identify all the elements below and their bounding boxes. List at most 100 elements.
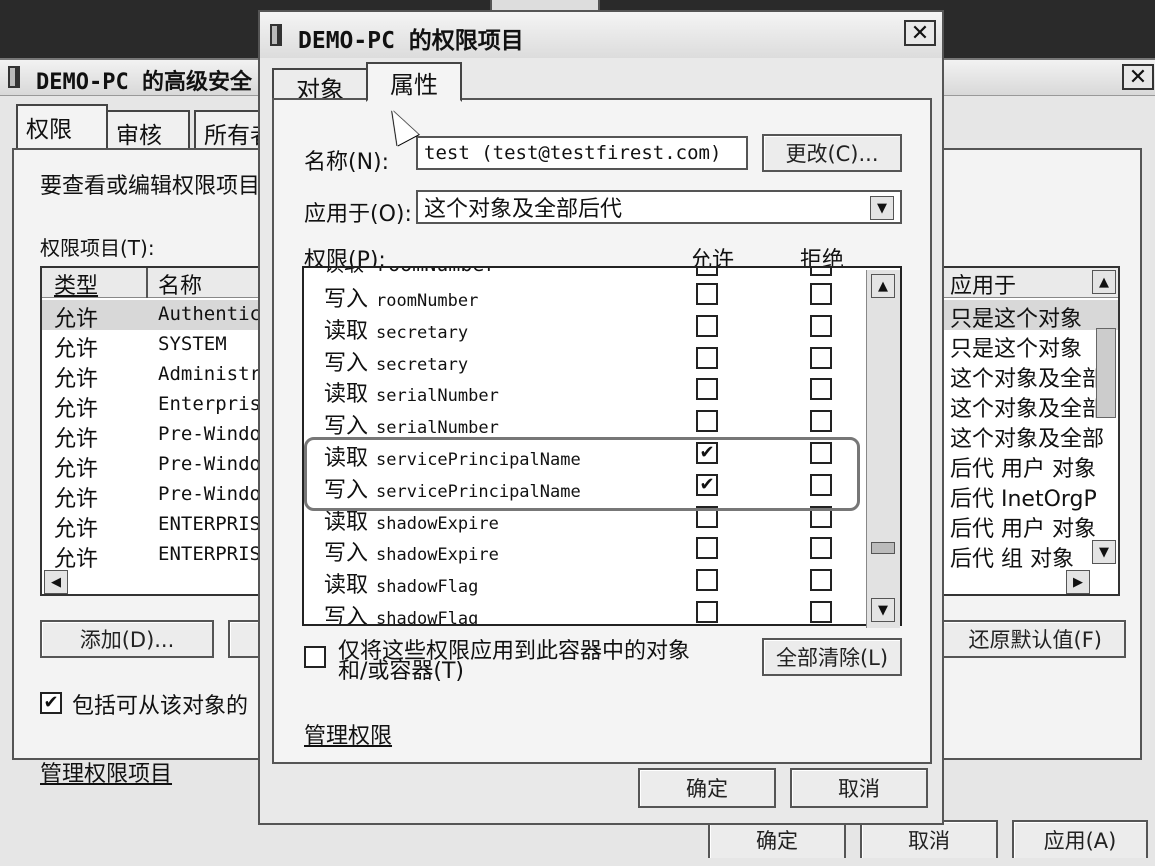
scroll-right-icon[interactable]: ▶ [1066,570,1090,594]
row-applies-to: 后代 组 对象 [950,547,1074,572]
row-type: 允许 [54,307,99,332]
partial-deny-checkbox[interactable] [810,268,832,276]
permission-attribute: roomNumber [376,291,479,311]
scroll-down-icon[interactable]: ▼ [871,598,895,622]
cancel-button[interactable]: 取消 [860,820,998,858]
permission-row[interactable]: 读取 servicePrincipalName ✔ [304,439,864,471]
allow-checkbox[interactable] [696,283,718,305]
permission-row[interactable]: 写入 servicePrincipalName ✔ [304,471,864,503]
deny-checkbox[interactable] [810,283,832,305]
permission-text: 读取 servicePrincipalName [324,440,581,472]
close-icon[interactable]: ✕ [1122,64,1154,90]
row-applies-to: 后代 用户 对象 [950,457,1096,482]
permission-row[interactable]: 读取 secretary [304,312,864,344]
partial-row-text: 读取 roomNumber [324,268,496,277]
apply-to-select[interactable]: 这个对象及全部后代 ▼ [416,190,902,224]
row-type: 允许 [54,367,99,392]
allow-checkbox[interactable] [696,569,718,592]
permissions-list[interactable]: 读取 roomNumber 写入 roomNumber 读取 secretary 写入 s… [302,266,902,626]
restore-defaults-button[interactable]: 还原默认值(F) [930,620,1126,658]
deny-checkbox[interactable] [810,601,832,623]
permissions-scrollbar[interactable]: ▲ ▼ [866,270,900,628]
dialog-cancel-button[interactable]: 取消 [790,768,928,808]
allow-checkbox[interactable] [696,346,718,369]
permission-action: 写入 [324,605,369,626]
apply-button[interactable]: 应用(A) [1012,820,1148,858]
apply-only-label: 仅将这些权限应用到此容器中的对象 和/或容器(T) [338,641,690,683]
vertical-scrollbar-thumb[interactable] [1096,328,1116,418]
column-type[interactable]: 类型 [54,268,98,300]
include-inheritable-checkbox[interactable]: ✔ [40,692,62,714]
scroll-left-icon[interactable]: ◀ [44,570,68,594]
allow-checkbox[interactable]: ✔ [696,442,718,464]
tab-properties[interactable]: 属性 [366,62,462,102]
permission-row[interactable]: 写入 secretary [304,344,864,376]
permission-action: 读取 [324,318,369,344]
permission-attribute: serialNumber [376,418,499,439]
column-name[interactable]: 名称 [158,268,202,300]
allow-checkbox[interactable] [696,410,718,433]
allow-checkbox[interactable] [696,378,718,401]
permission-row[interactable]: 读取 shadowExpire [304,503,864,535]
permission-row[interactable]: 写入 shadowFlag [304,598,864,626]
ok-button[interactable]: 确定 [708,820,846,858]
permission-text: 写入 servicePrincipalName [324,472,581,504]
deny-checkbox[interactable] [810,473,832,496]
permission-row[interactable]: 读取 serialNumber [304,375,864,407]
deny-checkbox[interactable] [810,505,832,528]
manage-permissions-link[interactable]: 管理权限 [304,718,392,750]
deny-checkbox[interactable] [810,537,832,560]
change-button[interactable]: 更改(C)... [762,134,902,172]
permission-row[interactable]: 写入 serialNumber [304,407,864,439]
dialog-ok-button[interactable]: 确定 [638,768,776,808]
permission-text: 写入 roomNumber [324,281,478,313]
row-applies-to: 只是这个对象 [950,337,1083,362]
allow-checkbox[interactable] [696,601,718,623]
permission-action: 写入 [324,541,369,567]
row-name: Authentic [158,303,261,325]
row-type: 允许 [54,457,99,482]
apply-only-checkbox[interactable] [304,646,326,668]
permission-row[interactable]: 写入 shadowExpire [304,534,864,566]
allow-checkbox[interactable] [696,505,718,528]
permission-row[interactable]: 读取 shadowFlag [304,566,864,598]
permission-text: 读取 shadowFlag [324,567,478,599]
deny-checkbox[interactable] [810,569,832,592]
tab-audit[interactable]: 审核 [106,110,190,150]
scroll-up-icon[interactable]: ▲ [871,274,895,298]
deny-checkbox[interactable] [810,346,832,369]
manage-permission-entries-link[interactable]: 管理权限项目 [40,756,172,788]
deny-checkbox[interactable] [810,378,832,401]
row-applies-to: 这个对象及全部 [950,397,1105,422]
row-type: 允许 [54,487,99,512]
tab-permissions[interactable]: 权限 [16,104,108,150]
row-name: Enterpris [158,393,261,415]
chevron-down-icon[interactable]: ▼ [870,196,894,220]
include-inheritable-label: 包括可从该对象的 [72,694,249,719]
clear-all-button[interactable]: 全部清除(L) [762,638,902,676]
deny-checkbox[interactable] [810,314,832,337]
scroll-down-icon[interactable]: ▼ [1092,540,1116,564]
scroll-up-icon[interactable]: ▲ [1092,270,1116,294]
allow-checkbox[interactable] [696,537,718,560]
row-name: Pre-Windo [158,423,261,445]
scrollbar-thumb[interactable] [871,542,895,554]
name-field[interactable]: test (test@testfirest.com) [416,136,748,170]
permission-row[interactable]: 写入 roomNumber [304,280,864,312]
permission-action: 读取 [324,509,369,535]
row-name: Pre-Windo [158,483,261,505]
add-button[interactable]: 添加(D)... [40,620,214,658]
permission-action: 写入 [324,287,369,312]
partial-allow-checkbox[interactable] [696,268,718,276]
name-label: 名称(N): [304,150,390,175]
close-icon[interactable]: ✕ [904,20,936,46]
column-applies-to[interactable]: 应用于 [950,268,1016,300]
allow-checkbox[interactable] [696,314,718,337]
permission-attribute: secretary [376,354,469,375]
allow-checkbox[interactable]: ✔ [696,473,718,496]
row-name: Administr [158,363,261,385]
row-applies-to: 只是这个对象 [950,307,1083,332]
permission-text: 写入 secretary [324,345,468,377]
deny-checkbox[interactable] [810,442,832,464]
deny-checkbox[interactable] [810,410,832,433]
